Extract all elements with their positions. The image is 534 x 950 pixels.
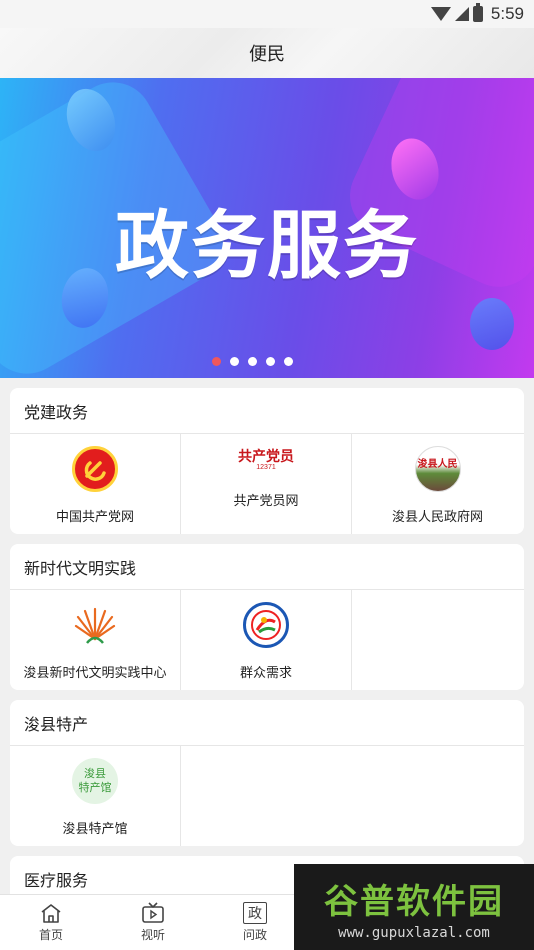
battery-icon: [472, 3, 483, 22]
link-specialty-store[interactable]: 浚县 特产馆 浚县特产馆: [10, 746, 181, 846]
gov-question-icon: 政: [243, 902, 267, 924]
banner-carousel[interactable]: 政务服务: [0, 78, 534, 378]
carousel-dot[interactable]: [247, 357, 257, 366]
link-public-demand[interactable]: 群众需求: [181, 590, 352, 690]
main-content: 党建政务 中国共产党网 共产党员 12371 共产党员网 浚县人民 浚县人民政府…: [0, 378, 534, 902]
section-local-specialty: 浚县特产 浚县 特产馆 浚县特产馆: [10, 700, 524, 846]
link-label: 浚县人民政府网: [391, 509, 483, 524]
section-civilization: 新时代文明实践 浚县新时代文明实践中心 群众需求: [10, 544, 524, 690]
specialty-store-icon: 浚县 特产馆: [72, 758, 118, 804]
banner-title: 政务服务: [115, 203, 419, 289]
wifi-icon: [430, 7, 451, 21]
link-grid: 中国共产党网 共产党员 12371 共产党员网 浚县人民 浚县人民政府网: [10, 434, 524, 534]
public-demand-logo-icon: [243, 602, 289, 648]
carousel-dot[interactable]: [283, 357, 293, 366]
link-county-government[interactable]: 浚县人民 浚县人民政府网: [352, 434, 523, 534]
watermark-overlay: 谷普软件园 www.gupuxlazal.com: [294, 864, 534, 950]
watermark-title: 谷普软件园: [324, 881, 504, 922]
link-grid: 浚县 特产馆 浚县特产馆: [10, 746, 524, 846]
page-title: 便民: [249, 44, 285, 64]
decor-bubble: [470, 298, 514, 350]
carousel-dot[interactable]: [265, 357, 275, 366]
link-grid: 浚县新时代文明实践中心 群众需求: [10, 590, 524, 690]
page-title-bar: 便民: [0, 28, 534, 78]
section-party-gov: 党建政务 中国共产党网 共产党员 12371 共产党员网 浚县人民 浚县人民政府…: [10, 388, 524, 534]
link-label: 共产党员网: [233, 493, 299, 508]
home-icon: [41, 904, 61, 923]
tab-label: 首页: [38, 928, 63, 942]
status-bar: 5:59: [0, 0, 534, 28]
party-member-logo-icon: 共产党员 12371: [236, 446, 296, 476]
signal-icon: [454, 7, 469, 21]
section-title: 新时代文明实践: [10, 544, 524, 590]
tab-label: 问政: [242, 928, 267, 942]
carousel-indicator: [0, 357, 534, 366]
status-time: 5:59: [490, 4, 524, 23]
carousel-dot-active[interactable]: [211, 357, 221, 366]
carousel-dot[interactable]: [229, 357, 239, 366]
watermark-url: www.gupuxlazal.com: [338, 924, 490, 941]
empty-cell: [181, 746, 352, 846]
link-label: 浚县新时代文明实践中心: [23, 665, 167, 680]
link-civilization-center[interactable]: 浚县新时代文明实践中心: [10, 590, 181, 690]
status-icons: [430, 3, 483, 22]
tab-label: 视听: [140, 928, 165, 942]
link-party-member-net[interactable]: 共产党员 12371 共产党员网: [181, 434, 352, 534]
link-label: 群众需求: [239, 665, 292, 680]
civilization-center-logo-icon: [72, 602, 118, 648]
tab-home[interactable]: 首页: [0, 895, 102, 950]
link-label: 浚县特产馆: [62, 821, 128, 836]
link-china-communist-party[interactable]: 中国共产党网: [10, 434, 181, 534]
tab-gov-question[interactable]: 政 问政: [204, 895, 306, 950]
link-label: 中国共产党网: [55, 509, 134, 524]
county-government-logo-icon: 浚县人民: [414, 446, 461, 492]
party-emblem-icon: [72, 446, 118, 492]
empty-cell: [352, 590, 523, 690]
tab-media[interactable]: 视听: [102, 895, 204, 950]
section-title: 浚县特产: [10, 700, 524, 746]
section-title: 党建政务: [10, 388, 524, 434]
tv-icon: [142, 902, 164, 923]
